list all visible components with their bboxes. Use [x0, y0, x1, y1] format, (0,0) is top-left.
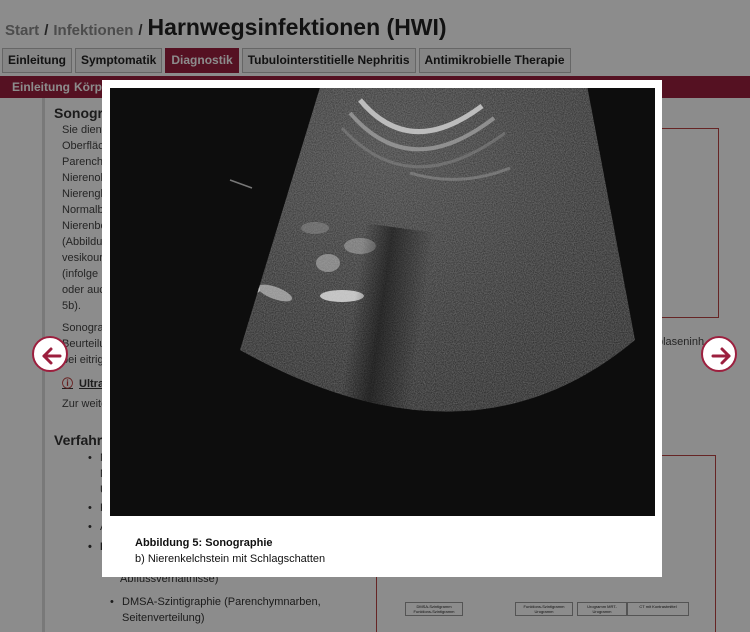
next-image-button[interactable]	[701, 336, 737, 372]
ultrasound-picture	[110, 88, 655, 516]
caption-title: Abbildung 5: Sonographie	[135, 537, 273, 549]
arrow-right-icon	[711, 347, 731, 365]
image-lightbox: Abbildung 5: Sonographie b) Nierenkelchs…	[102, 80, 662, 577]
ultrasound-image	[110, 88, 655, 516]
arrow-left-icon	[42, 347, 62, 365]
previous-image-button[interactable]	[32, 336, 68, 372]
caption-subtitle: b) Nierenkelchstein mit Schlagschatten	[135, 553, 326, 565]
